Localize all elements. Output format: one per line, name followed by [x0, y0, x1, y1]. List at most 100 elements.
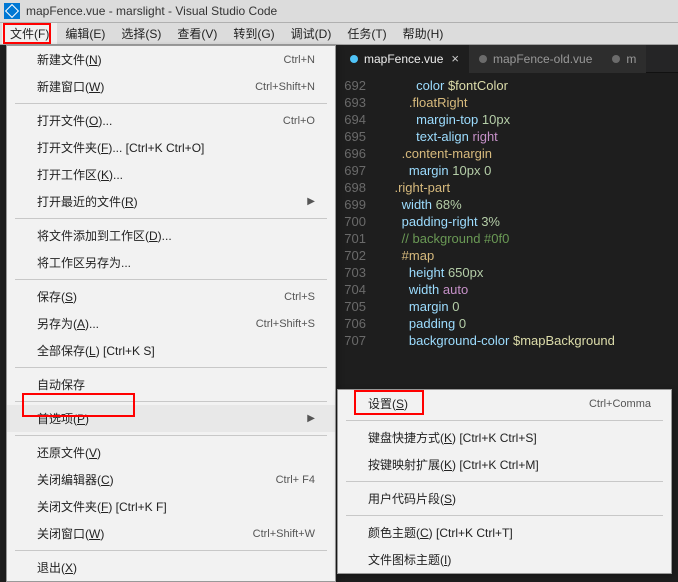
code-line: 707 background-color $mapBackground — [340, 332, 678, 349]
code-line: 702 #map — [340, 247, 678, 264]
menu-item[interactable]: 关闭文件夹(F) [Ctrl+K F] — [7, 493, 335, 520]
tab-label: mapFence-old.vue — [493, 52, 592, 66]
menu-item-label: 颜色主题(C) [Ctrl+K Ctrl+T] — [368, 524, 513, 541]
menu-item[interactable]: 退出(X) — [7, 554, 335, 581]
menu-item-label: 关闭文件夹(F) [Ctrl+K F] — [37, 498, 167, 515]
code-line: 705 margin 0 — [340, 298, 678, 315]
line-number: 701 — [340, 230, 380, 247]
tab-m[interactable]: m — [602, 45, 646, 73]
menu-debug[interactable]: 调试(D) — [283, 23, 340, 44]
menu-item[interactable]: 设置(S)Ctrl+Comma — [338, 390, 671, 417]
menu-edit[interactable]: 编辑(E) — [57, 23, 113, 44]
menu-item[interactable]: 将文件添加到工作区(D)... — [7, 222, 335, 249]
menu-separator — [15, 279, 327, 280]
line-number: 693 — [340, 94, 380, 111]
code-line: 700 padding-right 3% — [340, 213, 678, 230]
editor-area: mapFence.vue × mapFence-old.vue m 692 co… — [340, 45, 678, 353]
menu-item-label: 打开最近的文件(R) — [37, 193, 138, 210]
menu-item-label: 新建文件(N) — [37, 51, 102, 68]
menu-item[interactable]: 还原文件(V) — [7, 439, 335, 466]
code-line: 698 .right-part — [340, 179, 678, 196]
menu-help[interactable]: 帮助(H) — [395, 23, 452, 44]
menu-item-label: 保存(S) — [37, 288, 77, 305]
menu-item-label: 键盘快捷方式(K) [Ctrl+K Ctrl+S] — [368, 429, 537, 446]
menu-item-label: 首选项(P) — [37, 410, 89, 427]
menu-item[interactable]: 另存为(A)... Ctrl+Shift+S — [7, 310, 335, 337]
tab-mapfence[interactable]: mapFence.vue × — [340, 45, 469, 73]
menu-item[interactable]: 全部保存(L) [Ctrl+K S] — [7, 337, 335, 364]
menu-item[interactable]: 用户代码片段(S) — [338, 485, 671, 512]
menu-item[interactable]: 关闭编辑器(C) Ctrl+ F4 — [7, 466, 335, 493]
menu-item[interactable]: 文件图标主题(I) — [338, 546, 671, 573]
menu-item[interactable]: 将工作区另存为... — [7, 249, 335, 276]
code-line: 697 margin 10px 0 — [340, 162, 678, 179]
menu-item-label: 打开文件(O)... — [37, 112, 112, 129]
menu-item-label: 打开工作区(K)... — [37, 166, 123, 183]
line-number: 706 — [340, 315, 380, 332]
menu-item-label: 关闭编辑器(C) — [37, 471, 114, 488]
menu-goto[interactable]: 转到(G) — [225, 23, 282, 44]
menu-item[interactable]: 保存(S) Ctrl+S — [7, 283, 335, 310]
menu-tasks[interactable]: 任务(T) — [339, 23, 394, 44]
menu-shortcut: Ctrl+Shift+W — [253, 528, 315, 540]
menu-file[interactable]: 文件(F) — [2, 23, 57, 44]
menu-shortcut: Ctrl+Shift+S — [256, 318, 315, 330]
tab-label: mapFence.vue — [364, 52, 443, 66]
menu-item-label: 新建窗口(W) — [37, 78, 104, 95]
menu-select[interactable]: 选择(S) — [113, 23, 169, 44]
window-title: mapFence.vue - marslight - Visual Studio… — [26, 4, 277, 18]
chevron-right-icon: ▶ — [307, 413, 315, 424]
menu-item[interactable]: 打开最近的文件(R) ▶ — [7, 188, 335, 215]
menu-item-label: 文件图标主题(I) — [368, 551, 451, 568]
line-number: 702 — [340, 247, 380, 264]
menu-item[interactable]: 新建文件(N)Ctrl+N — [7, 46, 335, 73]
menu-item[interactable]: 打开文件(O)...Ctrl+O — [7, 107, 335, 134]
menu-item-label: 用户代码片段(S) — [368, 490, 456, 507]
line-number: 700 — [340, 213, 380, 230]
menu-separator — [15, 103, 327, 104]
vscode-icon — [4, 3, 20, 19]
menu-view[interactable]: 查看(V) — [169, 23, 225, 44]
menu-shortcut: Ctrl+Shift+N — [255, 81, 315, 93]
menu-item-label: 还原文件(V) — [37, 444, 101, 461]
code-line: 701 // background #0f0 — [340, 230, 678, 247]
menu-separator — [346, 420, 663, 421]
menu-item[interactable]: 自动保存 — [7, 371, 335, 398]
tab-label: m — [626, 52, 636, 66]
menu-item[interactable]: 按键映射扩展(K) [Ctrl+K Ctrl+M] — [338, 451, 671, 478]
code-editor[interactable]: 692 color $fontColor693 .floatRight694 m… — [340, 73, 678, 353]
menu-item-label: 退出(X) — [37, 559, 77, 576]
close-icon[interactable]: × — [451, 51, 459, 66]
code-line: 703 height 650px — [340, 264, 678, 281]
preferences-submenu: 设置(S)Ctrl+Comma 键盘快捷方式(K) [Ctrl+K Ctrl+S]… — [337, 389, 672, 574]
line-number: 697 — [340, 162, 380, 179]
menu-item-label: 自动保存 — [37, 376, 85, 393]
code-line: 695 text-align right — [340, 128, 678, 145]
code-line: 696 .content-margin — [340, 145, 678, 162]
menu-item[interactable]: 新建窗口(W) Ctrl+Shift+N — [7, 73, 335, 100]
chevron-right-icon: ▶ — [307, 196, 315, 207]
menu-item[interactable]: 打开工作区(K)... — [7, 161, 335, 188]
menu-item[interactable]: 键盘快捷方式(K) [Ctrl+K Ctrl+S] — [338, 424, 671, 451]
file-icon — [612, 55, 620, 63]
code-line: 692 color $fontColor — [340, 77, 678, 94]
menu-item[interactable]: 打开文件夹(F)... [Ctrl+K Ctrl+O] — [7, 134, 335, 161]
line-number: 695 — [340, 128, 380, 145]
menu-shortcut: Ctrl+S — [284, 291, 315, 303]
menu-item-label: 另存为(A)... — [37, 315, 99, 332]
menu-item[interactable]: 颜色主题(C) [Ctrl+K Ctrl+T] — [338, 519, 671, 546]
menu-shortcut: Ctrl+ F4 — [276, 474, 315, 486]
file-icon — [479, 55, 487, 63]
menu-item[interactable]: 关闭窗口(W)Ctrl+Shift+W — [7, 520, 335, 547]
menu-item-label: 将工作区另存为... — [37, 254, 131, 271]
titlebar: mapFence.vue - marslight - Visual Studio… — [0, 0, 678, 23]
line-number: 703 — [340, 264, 380, 281]
tab-mapfence-old[interactable]: mapFence-old.vue — [469, 45, 602, 73]
menu-separator — [346, 481, 663, 482]
code-line: 706 padding 0 — [340, 315, 678, 332]
menu-item[interactable]: 首选项(P) ▶ — [7, 405, 335, 432]
menu-shortcut: Ctrl+Comma — [589, 398, 651, 410]
tabs: mapFence.vue × mapFence-old.vue m — [340, 45, 678, 73]
line-number: 696 — [340, 145, 380, 162]
menu-item-label: 打开文件夹(F)... [Ctrl+K Ctrl+O] — [37, 139, 204, 156]
